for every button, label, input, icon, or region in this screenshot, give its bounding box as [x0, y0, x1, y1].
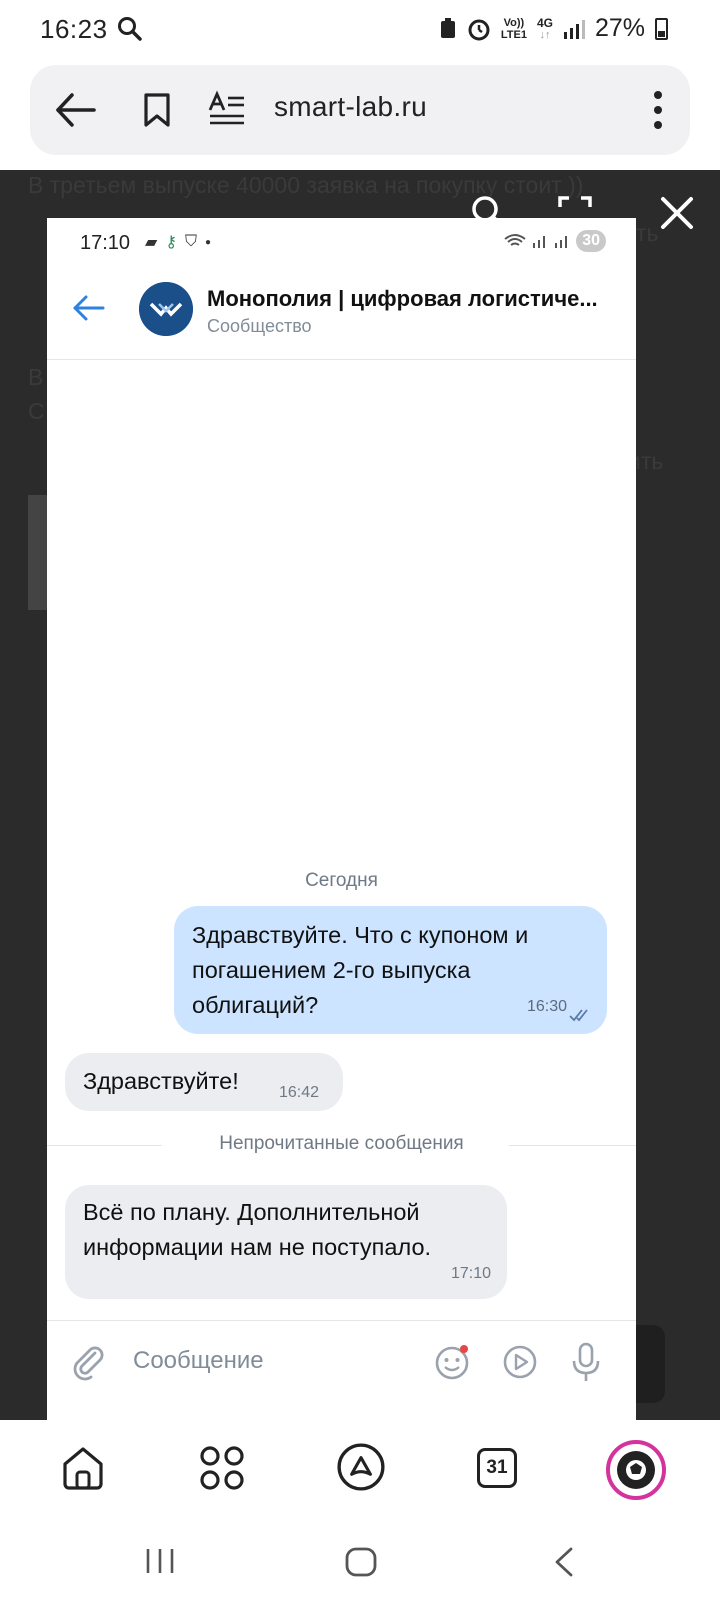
signal-icon — [533, 236, 546, 248]
more-vertical-icon[interactable] — [648, 89, 668, 131]
emoji-icon[interactable] — [433, 1343, 471, 1381]
message-time: 16:30 — [526, 998, 567, 1015]
shield-icon: ⛉ — [185, 233, 198, 250]
inner-status-right: 30 — [504, 230, 606, 252]
message-text: Всё по плану. Дополнительной информации … — [83, 1199, 432, 1260]
message-composer: Сообщение — [47, 1320, 636, 1420]
bg-text-fragment: В — [28, 364, 44, 390]
calendar-icon[interactable]: 31 — [477, 1448, 517, 1488]
inner-status-time: 17:10 — [80, 232, 131, 254]
back-nav-icon[interactable] — [552, 1546, 576, 1578]
message-text: Здравствуйте! — [83, 1068, 239, 1094]
battery-percent: 27% — [594, 14, 645, 42]
message-time: 16:42 — [279, 1084, 320, 1101]
read-ticks-icon — [569, 1009, 588, 1022]
phone-status-bar: 16:23 Vo)) LTE1 4G ↓↑ 27% — [0, 0, 720, 60]
browser-url-bar: smart-lab.ru — [30, 65, 690, 155]
chat-screenshot: 17:10 ▰ ⚷ ⛉ ● 30 Монополия | цифровая ло… — [47, 218, 636, 1420]
volte-icon: Vo)) LTE1 — [500, 16, 527, 41]
alice-assistant-icon[interactable] — [336, 1442, 386, 1492]
screen: 16:23 Vo)) LTE1 4G ↓↑ 27% smart-lab.ru В… — [0, 0, 720, 1600]
4g-icon: 4G ↓↑ — [536, 15, 553, 41]
unread-separator: Непрочитанные сообщения — [47, 1133, 636, 1157]
url-text[interactable]: smart-lab.ru — [274, 91, 427, 123]
attachment-icon[interactable] — [69, 1343, 107, 1381]
inner-status-bar: 17:10 ▰ ⚷ ⛉ ● 30 — [47, 218, 636, 268]
back-arrow-icon[interactable] — [71, 290, 107, 326]
chat-title[interactable]: Монополия | цифровая логистиче... — [207, 286, 617, 312]
back-arrow-icon[interactable] — [52, 87, 98, 133]
bookmark-icon[interactable] — [140, 92, 174, 128]
system-nav-bar — [0, 1530, 720, 1600]
inner-status-icons: ▰ ⚷ ⛉ ● — [145, 232, 211, 252]
profile-avatar[interactable] — [606, 1440, 666, 1500]
services-grid-icon[interactable] — [198, 1444, 246, 1492]
video-message-icon[interactable] — [501, 1343, 539, 1381]
microphone-icon[interactable] — [569, 1341, 603, 1383]
browser-bottom-bar: 31 — [0, 1420, 720, 1530]
chat-subtitle: Сообщество — [207, 316, 312, 336]
wifi-icon — [504, 234, 526, 246]
chat-header: Монополия | цифровая логистиче... Сообще… — [47, 268, 636, 360]
signal-icon — [555, 236, 568, 248]
status-time: 16:23 — [40, 14, 108, 44]
reader-mode-icon[interactable] — [208, 90, 246, 128]
status-right-icons: Vo)) LTE1 4G ↓↑ 27% — [439, 14, 668, 43]
recycle-icon — [440, 17, 455, 38]
message-text: Здравствуйте. Что с купоном и погашением… — [192, 922, 529, 1018]
date-separator: Сегодня — [305, 870, 378, 891]
message-time: 17:10 — [450, 1265, 491, 1282]
dot-icon: ● — [205, 236, 212, 248]
message-incoming[interactable]: Всё по плану. Дополнительной информации … — [65, 1185, 507, 1299]
home-icon[interactable] — [59, 1444, 107, 1492]
battery-badge: 30 — [576, 230, 606, 252]
signal-icon — [563, 19, 585, 39]
message-outgoing[interactable]: Здравствуйте. Что с купоном и погашением… — [174, 906, 607, 1034]
close-icon[interactable] — [656, 192, 698, 234]
alarm-icon — [468, 19, 490, 40]
briefcase-icon: ▰ — [145, 234, 158, 251]
bg-text-fragment: С — [28, 398, 45, 424]
battery-icon — [655, 17, 668, 40]
message-incoming[interactable]: Здравствуйте! 16:42 — [65, 1053, 343, 1111]
community-avatar[interactable] — [139, 282, 193, 336]
recent-apps-icon[interactable] — [144, 1546, 176, 1576]
search-icon — [118, 17, 142, 41]
home-button-icon[interactable] — [344, 1546, 378, 1578]
soccer-ball-icon — [617, 1451, 655, 1489]
unread-label: Непрочитанные сообщения — [219, 1133, 464, 1154]
message-input[interactable]: Сообщение — [133, 1347, 264, 1375]
key-icon: ⚷ — [165, 234, 178, 251]
